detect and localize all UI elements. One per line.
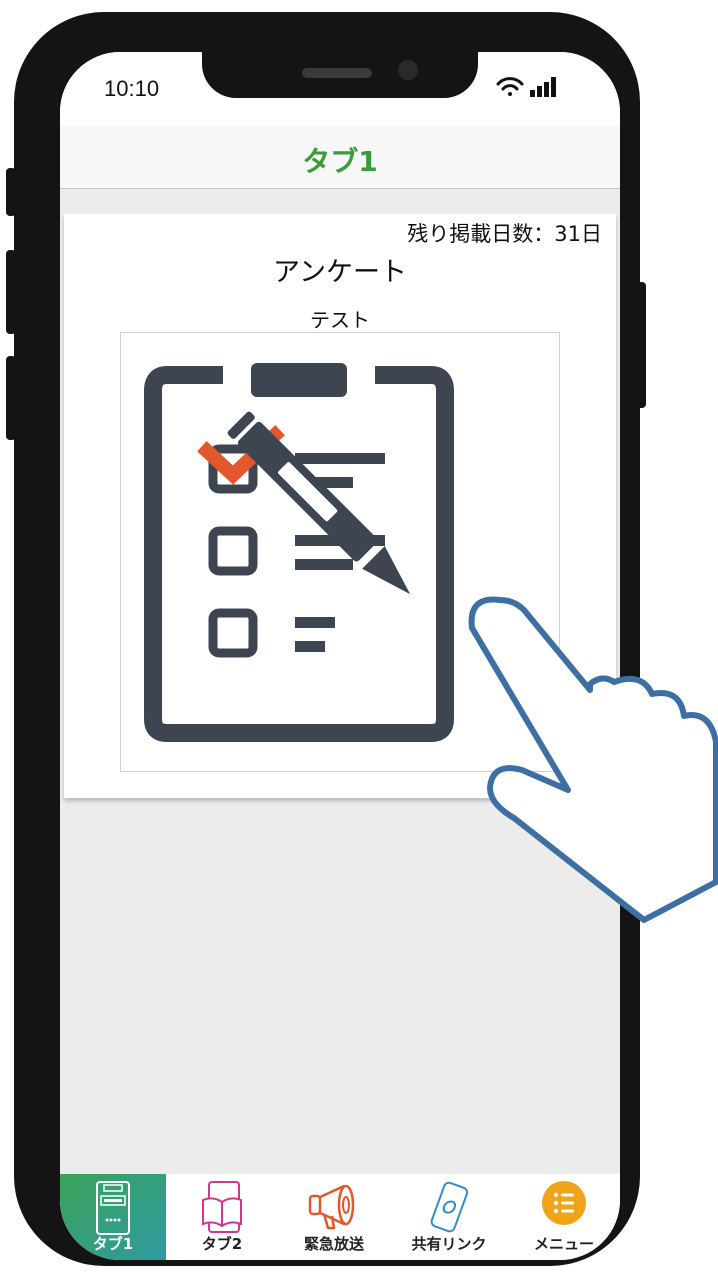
front-camera	[398, 60, 418, 80]
bottom-tab-bar: タブ1 タブ2 緊急放送 共有リンク メニュー	[60, 1174, 620, 1260]
book-tablet-icon	[202, 1181, 242, 1233]
tab-menu-label: メニュー	[533, 1235, 594, 1253]
megaphone-icon	[308, 1184, 355, 1230]
tab-share-link[interactable]: 共有リンク	[390, 1174, 508, 1260]
status-time: 10:10	[104, 76, 160, 101]
speaker	[302, 68, 372, 78]
remaining-days-label: 残り掲載日数：31日	[407, 222, 602, 246]
notch	[202, 52, 478, 98]
tab-2[interactable]: タブ2	[166, 1174, 278, 1260]
wifi-icon	[496, 77, 524, 96]
tab-share-label: 共有リンク	[411, 1235, 487, 1253]
signal-icon	[530, 77, 556, 97]
status-bar: 10:10	[60, 52, 620, 126]
tab-1-label: タブ1	[92, 1235, 134, 1253]
volume-down-button	[6, 356, 16, 440]
app-header: タブ1	[60, 126, 620, 189]
tab-emergency-broadcast[interactable]: 緊急放送	[278, 1174, 390, 1260]
card-title: アンケート	[273, 257, 407, 288]
tab-menu[interactable]: メニュー	[508, 1174, 620, 1260]
volume-up-button	[6, 250, 16, 334]
card-subtitle: テスト	[310, 308, 370, 332]
tab-2-label: タブ2	[201, 1235, 243, 1253]
bulletin-board-icon	[96, 1181, 130, 1235]
status-icons	[496, 77, 556, 97]
mute-switch	[6, 168, 16, 216]
power-button	[636, 282, 646, 408]
menu-list-icon	[542, 1181, 586, 1225]
page-title: タブ1	[302, 145, 378, 178]
pointing-hand-icon	[468, 596, 718, 923]
tab-emergency-label: 緊急放送	[303, 1235, 364, 1253]
tab-1[interactable]: タブ1	[60, 1174, 166, 1260]
phone-link-icon	[430, 1181, 469, 1233]
